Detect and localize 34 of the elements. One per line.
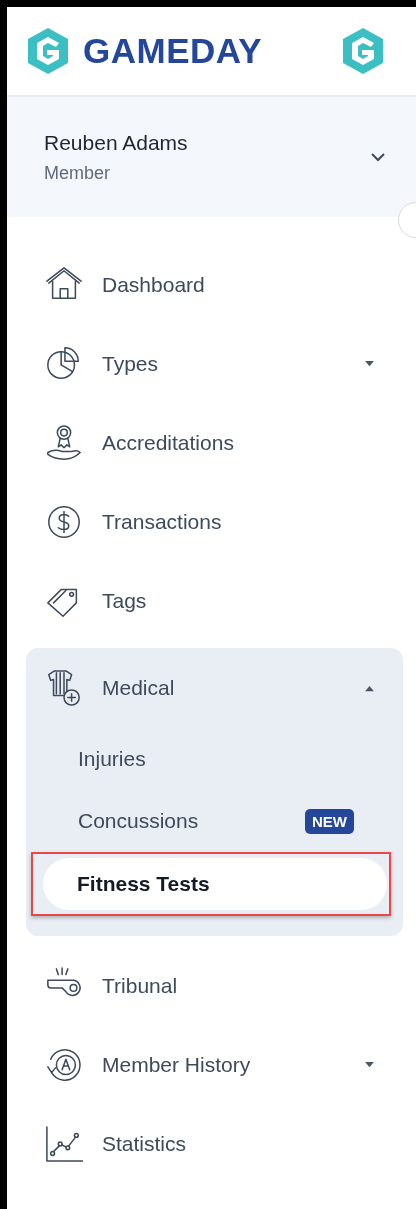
menu-item[interactable]: Statistics <box>26 1104 403 1183</box>
menu-label: Statistics <box>102 1131 188 1156</box>
menu-label: Tribunal <box>102 973 179 998</box>
menu-label: Accreditations <box>102 430 235 455</box>
submenu-label: Concussions <box>78 809 200 833</box>
menu-item[interactable]: Tribunal <box>26 946 403 1025</box>
user-name: Reuben Adams <box>44 130 189 155</box>
menu-group-header[interactable]: Medical <box>26 648 403 728</box>
menu-item[interactable]: Types <box>26 324 403 403</box>
logo-icon <box>340 26 386 76</box>
user-panel[interactable]: Reuben Adams Member <box>7 95 416 217</box>
logo-wordmark: GAMEDAY <box>83 31 263 71</box>
award-hand-icon <box>45 423 83 462</box>
menu-item[interactable]: Dashboard <box>26 245 403 324</box>
submenu-item[interactable]: Fitness Tests <box>43 858 387 910</box>
submenu-item[interactable]: Concussions NEW <box>30 790 399 852</box>
menu-item[interactable]: Transactions <box>26 482 403 561</box>
user-role: Member <box>44 162 111 184</box>
menu-item[interactable]: Member History <box>26 1025 403 1104</box>
menu-item[interactable]: Accreditations <box>26 403 403 482</box>
menu-label: Transactions <box>102 509 223 534</box>
menu-label: Dashboard <box>102 272 206 297</box>
menu-label: Types <box>102 351 160 376</box>
shirt-plus-icon <box>45 669 83 707</box>
logo-icon <box>25 26 71 76</box>
submenu-label: Fitness Tests <box>77 872 211 896</box>
menu-label: Member History <box>102 1052 252 1077</box>
menu-item[interactable]: Tags <box>26 561 403 640</box>
submenu-label: Injuries <box>78 747 147 771</box>
menu-label: Tags <box>102 588 148 613</box>
menu-label: Medical <box>102 676 176 700</box>
submenu-item[interactable]: Injuries <box>30 728 399 790</box>
new-badge: NEW <box>305 808 354 834</box>
line-chart-icon <box>45 1124 83 1163</box>
